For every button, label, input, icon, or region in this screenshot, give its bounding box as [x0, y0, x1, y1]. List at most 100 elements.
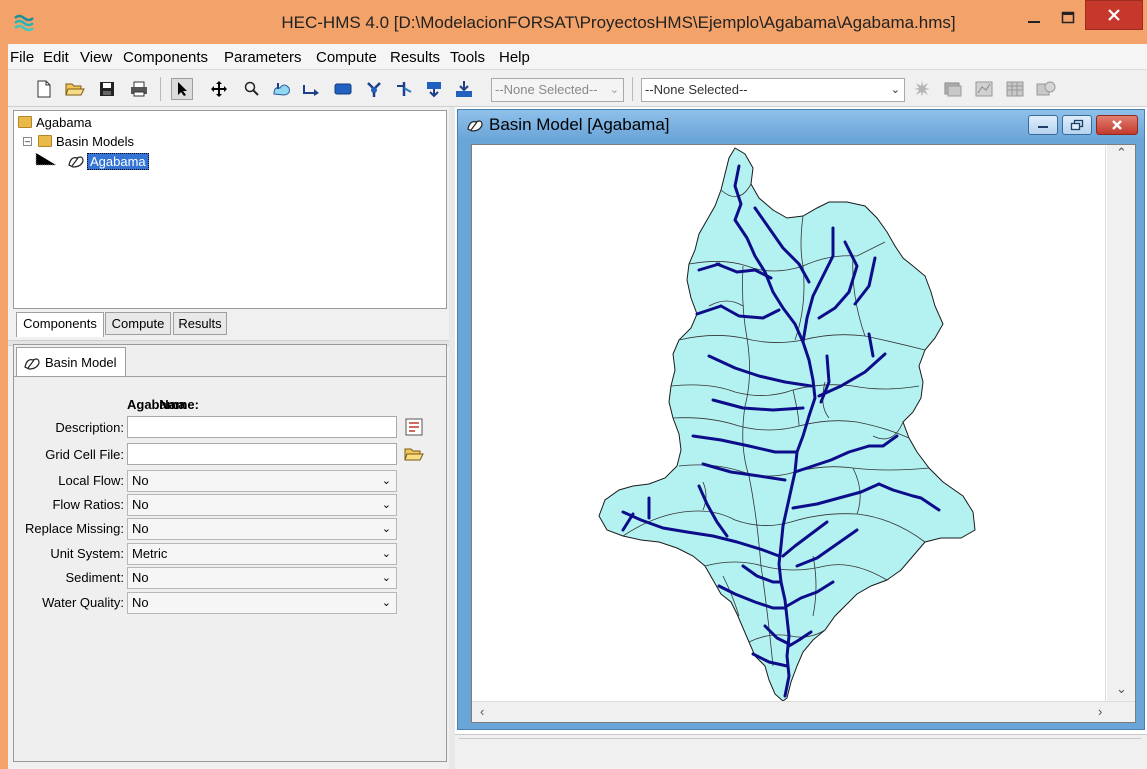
menu-results[interactable]: Results — [390, 49, 440, 66]
source-tool-icon[interactable] — [423, 78, 445, 100]
tree-item-agabama-basin[interactable]: Agabama — [67, 152, 149, 170]
chevron-down-icon: ⌄ — [381, 523, 391, 535]
water-quality-value: No — [132, 595, 149, 610]
tab-compute[interactable]: Compute — [105, 312, 171, 335]
menu-components[interactable]: Components — [123, 49, 208, 66]
time-series-table-icon[interactable] — [1035, 78, 1057, 100]
tree-project-label: Agabama — [36, 114, 92, 130]
folder-icon — [18, 116, 32, 128]
basin-model-icon — [68, 156, 84, 168]
save-icon[interactable] — [96, 78, 118, 100]
print-icon[interactable] — [128, 78, 150, 100]
menu-tools[interactable]: Tools — [450, 49, 485, 66]
tab-components[interactable]: Components — [16, 312, 104, 337]
subbasin-tool-icon[interactable] — [271, 78, 293, 100]
horizontal-scrollbar[interactable]: ‹ › — [472, 701, 1135, 722]
watershed-explorer-tree: Agabama – Basin Models Agabama — [13, 110, 447, 309]
component-editor: Basin Model Name: Agabama Description: G… — [13, 344, 447, 762]
menu-edit[interactable]: Edit — [43, 49, 69, 66]
minimize-button[interactable] — [1019, 1, 1049, 35]
basin-map-view[interactable] — [473, 146, 1106, 702]
tab-results[interactable]: Results — [173, 312, 227, 335]
diversion-tool-icon[interactable] — [393, 78, 415, 100]
tree-selected-label: Agabama — [87, 152, 149, 170]
basin-model-icon — [24, 357, 40, 370]
global-summary-icon[interactable] — [942, 78, 964, 100]
unit-system-label: Unit System: — [50, 546, 124, 561]
flow-ratios-select[interactable]: No ⌄ — [127, 494, 397, 516]
scroll-up-icon[interactable]: ⌃ — [1116, 145, 1127, 161]
menu-compute[interactable]: Compute — [316, 49, 377, 66]
vertical-scrollbar[interactable]: ⌃ ⌄ — [1107, 145, 1135, 701]
water-quality-select[interactable]: No ⌄ — [127, 592, 397, 614]
chevron-down-icon: ⌄ — [381, 572, 391, 584]
edit-description-button[interactable] — [403, 416, 425, 438]
pan-tool-icon[interactable] — [208, 78, 230, 100]
explorer-tabs: Components Compute Results — [13, 312, 447, 337]
chevron-down-icon: ⌄ — [381, 597, 391, 609]
grid-cell-file-field[interactable] — [127, 443, 397, 465]
open-folder-icon[interactable] — [64, 78, 86, 100]
replace-missing-value: No — [132, 521, 149, 536]
sediment-value: No — [132, 570, 149, 585]
unit-system-value: Metric — [132, 546, 168, 561]
run-selector-value: --None Selected-- — [495, 82, 598, 97]
maximize-button[interactable] — [1053, 1, 1083, 35]
zoom-tool-icon[interactable] — [241, 78, 263, 100]
menu-parameters[interactable]: Parameters — [224, 49, 302, 66]
watershed-map — [598, 147, 976, 702]
name-value: Agabama — [127, 397, 186, 412]
grid-cell-file-label: Grid Cell File: — [45, 447, 124, 462]
compute-icon[interactable] — [911, 78, 933, 100]
close-button[interactable] — [1096, 115, 1138, 135]
chevron-down-icon: ⌄ — [609, 84, 619, 96]
scroll-right-icon[interactable]: › — [1098, 704, 1102, 719]
summary-table-icon[interactable] — [1004, 78, 1026, 100]
graph-icon[interactable] — [973, 78, 995, 100]
reservoir-tool-icon[interactable] — [332, 78, 354, 100]
message-bar — [455, 734, 1147, 769]
replace-missing-label: Replace Missing: — [25, 521, 124, 536]
open-folder-icon[interactable] — [403, 443, 425, 465]
arrow-tool-icon[interactable] — [171, 78, 193, 100]
local-flow-label: Local Flow: — [58, 473, 124, 488]
unit-system-select[interactable]: Metric ⌄ — [127, 543, 397, 565]
folder-icon — [38, 135, 52, 147]
description-field[interactable] — [127, 416, 397, 438]
chevron-down-icon: ⌄ — [890, 84, 900, 96]
scroll-down-icon[interactable]: ⌄ — [1116, 681, 1127, 697]
main-frame: File Edit View Components Parameters Com… — [8, 44, 1147, 769]
chevron-down-icon: ⌄ — [381, 475, 391, 487]
window-title: HEC-HMS 4.0 [D:\ModelacionFORSAT\Proyect… — [281, 13, 956, 32]
local-flow-select[interactable]: No ⌄ — [127, 470, 397, 492]
tree-item-basin-models[interactable]: – Basin Models — [23, 132, 134, 150]
tree-item-project[interactable]: Agabama — [18, 113, 92, 131]
junction-tool-icon[interactable] — [363, 78, 385, 100]
menu-view[interactable]: View — [80, 49, 112, 66]
basin-map-canvas[interactable]: ⌃ ⌄ ‹ › — [471, 144, 1136, 723]
local-flow-value: No — [132, 473, 149, 488]
chevron-down-icon: ⌄ — [381, 499, 391, 511]
reach-tool-icon[interactable] — [301, 78, 323, 100]
sediment-select[interactable]: No ⌄ — [127, 567, 397, 589]
run-selector[interactable]: --None Selected-- ⌄ — [491, 78, 624, 102]
close-button[interactable] — [1085, 0, 1143, 30]
tab-basin-model[interactable]: Basin Model — [16, 347, 126, 377]
sink-tool-icon[interactable] — [453, 78, 475, 100]
minimize-button[interactable] — [1028, 115, 1058, 135]
scroll-left-icon[interactable]: ‹ — [480, 704, 484, 719]
basin-model-icon — [467, 120, 483, 132]
element-selector[interactable]: --None Selected-- ⌄ — [641, 78, 905, 102]
restore-button[interactable] — [1062, 115, 1092, 135]
replace-missing-select[interactable]: No ⌄ — [127, 518, 397, 540]
menu-bar: File Edit View Components Parameters Com… — [8, 44, 1147, 70]
menu-help[interactable]: Help — [499, 49, 530, 66]
element-selector-value: --None Selected-- — [645, 82, 748, 97]
collapse-icon[interactable]: – — [23, 136, 32, 146]
basin-model-window: Basin Model [Agabama] ⌃ ⌄ ‹ › — [457, 109, 1145, 730]
water-quality-label: Water Quality: — [42, 595, 124, 610]
tab-basin-model-label: Basin Model — [45, 355, 117, 370]
menu-file[interactable]: File — [10, 49, 34, 66]
new-file-icon[interactable] — [33, 78, 55, 100]
flow-ratios-value: No — [132, 497, 149, 512]
